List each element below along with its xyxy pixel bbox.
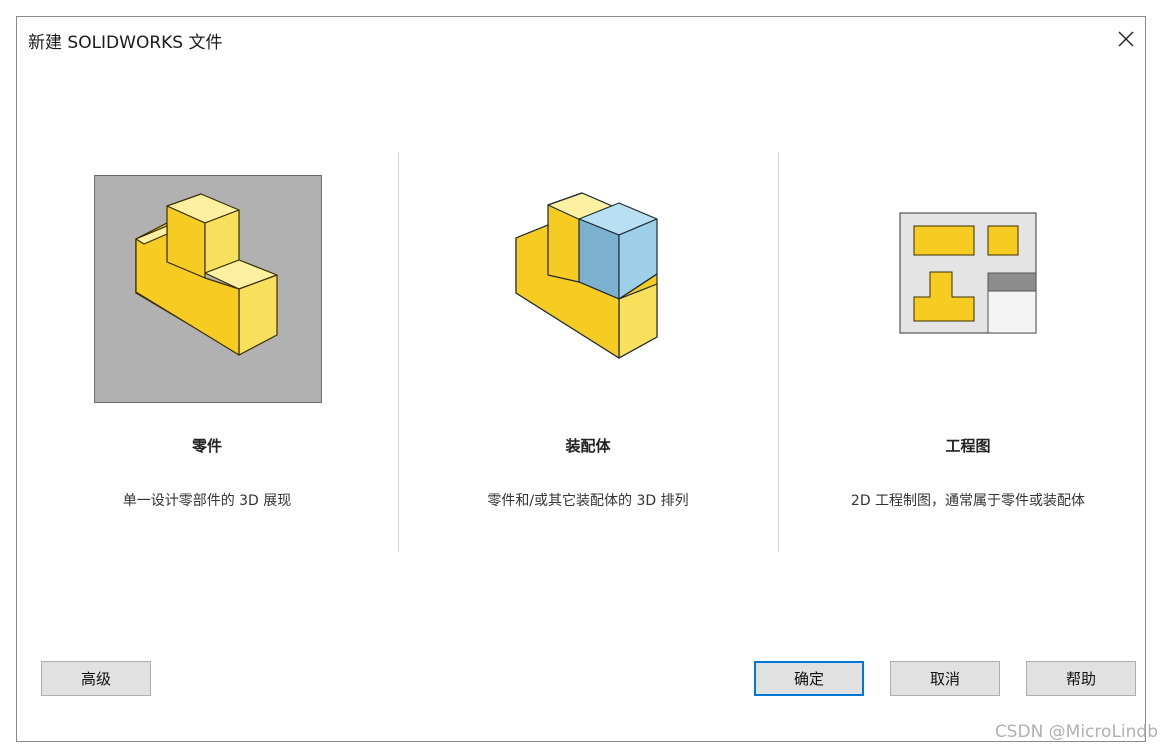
drawing-title: 工程图: [945, 437, 991, 455]
part-3d-icon: [135, 193, 278, 356]
cancel-button[interactable]: 取消: [890, 661, 1000, 696]
close-button[interactable]: [1111, 22, 1141, 56]
assembly-thumbnail[interactable]: [475, 175, 703, 403]
watermark-text: CSDN @MicroLindb: [994, 722, 1158, 742]
new-file-dialog: 新建 SOLIDWORKS 文件 零件 单一设计零部件的 3D 展现 装配体 零…: [16, 16, 1146, 742]
option-part[interactable]: 零件 单一设计零部件的 3D 展现: [22, 152, 392, 552]
panel-divider: [398, 152, 399, 552]
assembly-description: 零件和/或其它装配体的 3D 排列: [487, 493, 689, 509]
panel-divider: [778, 152, 779, 552]
option-assembly[interactable]: 装配体 零件和/或其它装配体的 3D 排列: [403, 152, 773, 552]
drawing-description: 2D 工程制图，通常属于零件或装配体: [850, 493, 1086, 509]
help-button[interactable]: 帮助: [1026, 661, 1136, 696]
drawing-2d-icon: [899, 212, 1037, 334]
part-description: 单一设计零部件的 3D 展现: [122, 493, 292, 509]
close-icon: [1118, 31, 1134, 47]
ok-button[interactable]: 确定: [754, 661, 864, 696]
drawing-thumbnail[interactable]: [855, 175, 1083, 403]
dialog-title: 新建 SOLIDWORKS 文件: [28, 33, 223, 53]
advanced-button[interactable]: 高级: [41, 661, 151, 696]
part-title: 零件: [191, 437, 222, 455]
option-drawing[interactable]: 工程图 2D 工程制图，通常属于零件或装配体: [783, 152, 1145, 552]
part-thumbnail[interactable]: [94, 175, 322, 403]
assembly-title: 装配体: [565, 437, 611, 455]
assembly-3d-icon: [515, 192, 658, 359]
